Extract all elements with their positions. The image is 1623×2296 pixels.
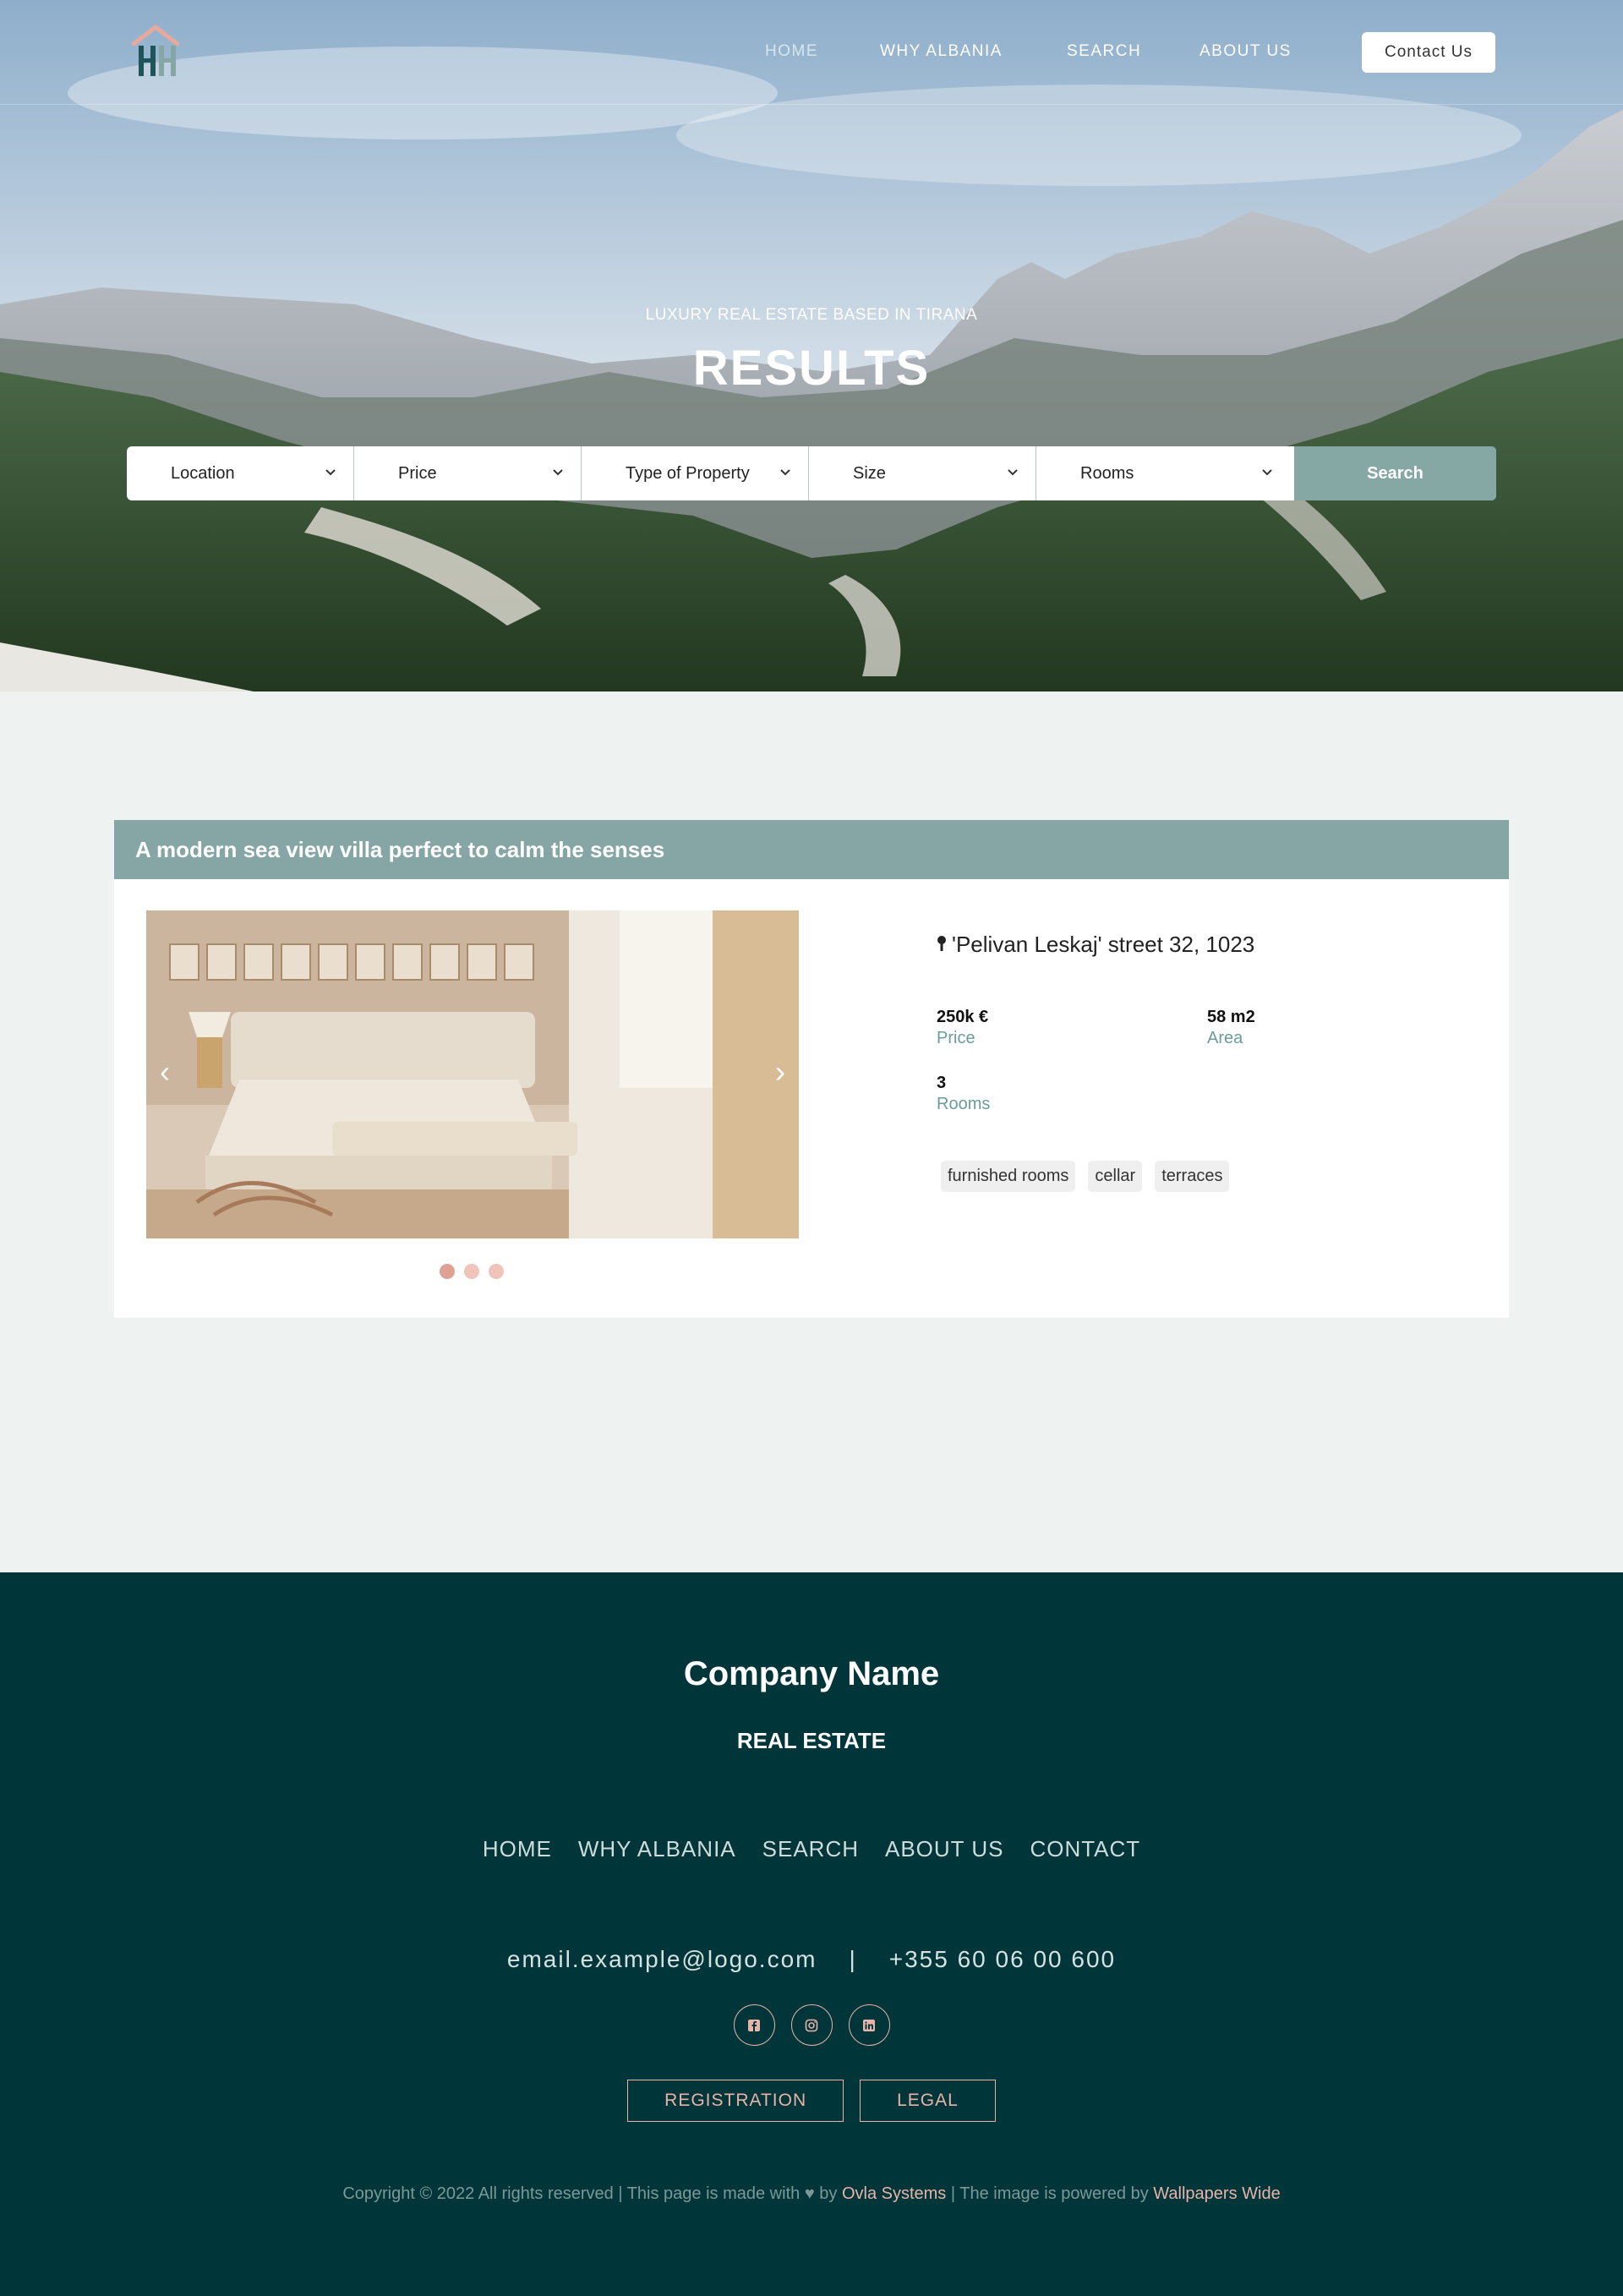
page-title: RESULTS bbox=[692, 341, 931, 396]
footer-subtitle: REAL ESTATE bbox=[736, 1728, 887, 1753]
listing-title[interactable]: A modern sea view villa perfect to calm … bbox=[114, 820, 1509, 879]
footer-contact-info: email.example@logo.com | +355 60 06 00 600 bbox=[0, 1946, 1623, 1973]
search-filter-bar: Location Price Type of Property Size Roo… bbox=[127, 446, 1496, 500]
feature-tag: furnished rooms bbox=[941, 1161, 1076, 1192]
price-value: 250k € bbox=[937, 1008, 989, 1026]
hero-subtitle: LUXURY REAL ESTATE BASED IN TIRANA bbox=[645, 306, 978, 324]
heart-icon: ♥ bbox=[804, 2184, 815, 2203]
social-links bbox=[0, 2004, 1623, 2046]
rooms-stat: 3 Rooms bbox=[937, 1074, 990, 1114]
chevron-down-icon bbox=[553, 469, 563, 476]
price-label: Price bbox=[937, 1029, 975, 1047]
footer-email[interactable]: email.example@logo.com bbox=[507, 1946, 817, 1972]
rooms-label: Rooms bbox=[937, 1095, 991, 1113]
area-value: 58 m2 bbox=[1207, 1008, 1255, 1026]
nav-about-us[interactable]: ABOUT US bbox=[1199, 42, 1292, 61]
address-text: 'Pelivan Leskaj' street 32, 1023 bbox=[952, 932, 1255, 957]
nav-home[interactable]: HOME bbox=[765, 42, 818, 61]
footer-navigation: HOME WHY ALBANIA SEARCH ABOUT US CONTACT bbox=[0, 1836, 1623, 1862]
location-select[interactable]: Location bbox=[127, 446, 354, 500]
nav-search[interactable]: SEARCH bbox=[1067, 42, 1141, 61]
facebook-icon[interactable] bbox=[733, 2004, 775, 2046]
carousel-dot[interactable] bbox=[440, 1264, 455, 1279]
feature-tag: terraces bbox=[1155, 1161, 1230, 1192]
listing-address: 'Pelivan Leskaj' street 32, 1023 bbox=[937, 932, 1254, 958]
rooms-value: 3 bbox=[937, 1074, 947, 1092]
carousel-dot[interactable] bbox=[464, 1264, 479, 1279]
contact-us-button[interactable]: Contact Us bbox=[1362, 32, 1495, 73]
size-select[interactable]: Size bbox=[809, 446, 1036, 500]
instagram-icon[interactable] bbox=[790, 2004, 833, 2046]
rooms-select[interactable]: Rooms bbox=[1036, 446, 1290, 500]
legal-button[interactable]: LEGAL bbox=[860, 2080, 996, 2122]
footer-link-home[interactable]: HOME bbox=[483, 1836, 552, 1862]
chevron-down-icon bbox=[780, 469, 790, 476]
chevron-down-icon bbox=[325, 469, 336, 476]
property-type-select[interactable]: Type of Property bbox=[582, 446, 809, 500]
search-button[interactable]: Search bbox=[1294, 446, 1496, 500]
carousel-dots bbox=[440, 1264, 504, 1279]
price-select[interactable]: Price bbox=[354, 446, 582, 500]
footer-link-why-albania[interactable]: WHY ALBANIA bbox=[578, 1836, 736, 1862]
chevron-down-icon bbox=[1008, 469, 1018, 476]
copyright-prefix: Copyright © 2022 All rights reserved | T… bbox=[342, 2184, 801, 2203]
location-pin-icon bbox=[937, 936, 946, 951]
bedroom-photo bbox=[146, 910, 799, 1238]
price-stat: 250k € Price bbox=[937, 1008, 988, 1048]
footer-company-name: Company Name bbox=[683, 1655, 940, 1692]
company-logo[interactable] bbox=[128, 22, 183, 83]
feature-tag: cellar bbox=[1088, 1161, 1143, 1192]
size-select-label: Size bbox=[853, 463, 886, 483]
registration-button[interactable]: REGISTRATION bbox=[627, 2080, 844, 2122]
location-select-label: Location bbox=[171, 463, 235, 483]
footer-link-search[interactable]: SEARCH bbox=[762, 1836, 859, 1862]
top-navigation: HOME WHY ALBANIA SEARCH ABOUT US Contact… bbox=[0, 0, 1623, 105]
area-stat: 58 m2 Area bbox=[1207, 1008, 1255, 1048]
nav-why-albania[interactable]: WHY ALBANIA bbox=[880, 42, 1003, 61]
feature-tags: furnished rooms cellar terraces bbox=[941, 1161, 1230, 1192]
listing-photo-carousel[interactable]: ‹ › bbox=[146, 910, 799, 1238]
footer-link-contact[interactable]: CONTACT bbox=[1030, 1836, 1140, 1862]
chevron-down-icon bbox=[1262, 469, 1272, 476]
carousel-next-button[interactable]: › bbox=[775, 1054, 785, 1090]
ovla-systems-link[interactable]: Ovla Systems bbox=[842, 2184, 946, 2203]
rooms-select-label: Rooms bbox=[1080, 463, 1134, 483]
copyright-text: Copyright © 2022 All rights reserved | T… bbox=[0, 2184, 1623, 2204]
hero-banner: HOME WHY ALBANIA SEARCH ABOUT US Contact… bbox=[0, 0, 1623, 692]
site-footer: Company Name REAL ESTATE HOME WHY ALBANI… bbox=[0, 1572, 1623, 2296]
copyright-middle: | The image is powered by bbox=[950, 2184, 1149, 2203]
footer-phone[interactable]: +355 60 06 00 600 bbox=[889, 1946, 1116, 1972]
listing-card: A modern sea view villa perfect to calm … bbox=[114, 820, 1509, 1318]
area-label: Area bbox=[1207, 1029, 1243, 1047]
footer-link-about-us[interactable]: ABOUT US bbox=[885, 1836, 1003, 1862]
carousel-dot[interactable] bbox=[489, 1264, 504, 1279]
contact-separator: | bbox=[849, 1946, 857, 1972]
footer-buttons: REGISTRATION LEGAL bbox=[0, 2080, 1623, 2122]
property-type-select-label: Type of Property bbox=[626, 463, 750, 483]
linkedin-icon[interactable] bbox=[848, 2004, 890, 2046]
carousel-prev-button[interactable]: ‹ bbox=[160, 1054, 170, 1090]
price-select-label: Price bbox=[398, 463, 437, 483]
copyright-by: by bbox=[819, 2184, 838, 2203]
wallpapers-wide-link[interactable]: Wallpapers Wide bbox=[1153, 2184, 1280, 2203]
